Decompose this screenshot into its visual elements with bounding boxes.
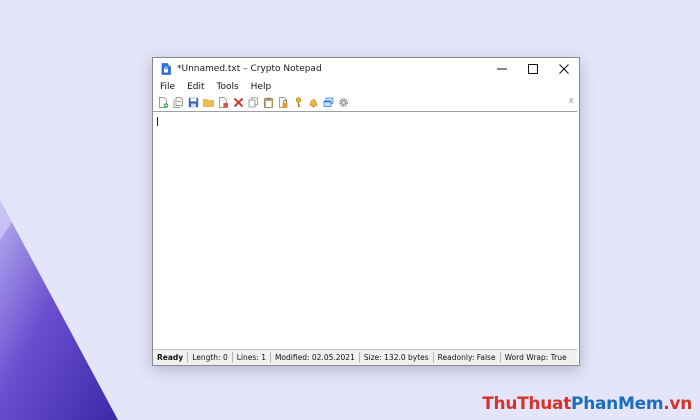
bell-icon (309, 99, 318, 108)
maximize-icon (527, 64, 538, 74)
gear-icon (339, 98, 348, 107)
new-file-button[interactable] (156, 95, 171, 110)
toolbar-close-button[interactable]: x (569, 96, 574, 106)
window-title: *Unnamed.txt – Crypto Notepad (177, 64, 322, 74)
paste-button[interactable] (261, 95, 276, 110)
new-window-button[interactable] (171, 95, 186, 110)
menu-edit[interactable]: Edit (181, 80, 210, 95)
watermark-part-2: PhanMem (571, 394, 664, 414)
open-folder-icon (203, 99, 214, 107)
settings-button[interactable] (336, 95, 351, 110)
new-file-icon (159, 97, 169, 108)
paste-icon (264, 97, 273, 108)
open-folder-button[interactable] (201, 95, 216, 110)
bell-button[interactable] (306, 95, 321, 110)
lock-file-button[interactable] (276, 95, 291, 110)
lock-file-icon (279, 97, 288, 108)
status-lines: Lines: 1 (233, 352, 271, 363)
title-bar[interactable]: *Unnamed.txt – Crypto Notepad (153, 58, 579, 80)
status-bar: Ready Length: 0 Lines: 1 Modified: 02.05… (153, 350, 577, 365)
watermark: ThuThuatPhanMem.vn (482, 394, 692, 414)
key-icon (295, 97, 302, 107)
minimize-button[interactable] (486, 58, 517, 80)
status-ready: Ready (153, 352, 189, 363)
toolbar: x (153, 95, 579, 110)
save-button[interactable] (186, 95, 201, 110)
copy-icon (248, 97, 258, 108)
status-word-wrap[interactable]: Word Wrap: True (501, 352, 571, 363)
status-readonly[interactable]: Readonly: False (434, 352, 501, 363)
minimize-icon (496, 68, 507, 70)
watermark-part-1: ThuThuat (482, 394, 572, 414)
delete-button[interactable] (231, 95, 246, 110)
save-as-icon (219, 97, 228, 108)
status-modified: Modified: 02.05.2021 (271, 352, 360, 363)
windows-button[interactable] (321, 95, 336, 110)
status-size: Size: 132.0 bytes (360, 352, 434, 363)
status-length: Length: 0 (188, 352, 233, 363)
maximize-button[interactable] (517, 58, 548, 80)
save-as-button[interactable] (216, 95, 231, 110)
windows-icon (323, 97, 334, 107)
menu-help[interactable]: Help (245, 80, 278, 95)
save-icon (188, 97, 199, 108)
close-icon (558, 64, 569, 74)
menu-tools[interactable]: Tools (211, 80, 245, 95)
menu-file[interactable]: File (154, 80, 181, 95)
delete-icon (233, 97, 244, 108)
menu-bar: File Edit Tools Help (153, 80, 579, 95)
crypto-notepad-window: *Unnamed.txt – Crypto Notepad File Edit … (152, 57, 580, 366)
key-button[interactable] (291, 95, 306, 110)
watermark-part-3: .vn (663, 394, 692, 414)
new-window-icon (173, 97, 183, 108)
app-icon (157, 58, 175, 80)
close-button[interactable] (548, 58, 579, 80)
text-editor[interactable] (153, 111, 577, 350)
copy-button[interactable] (246, 95, 261, 110)
text-caret (157, 117, 158, 126)
